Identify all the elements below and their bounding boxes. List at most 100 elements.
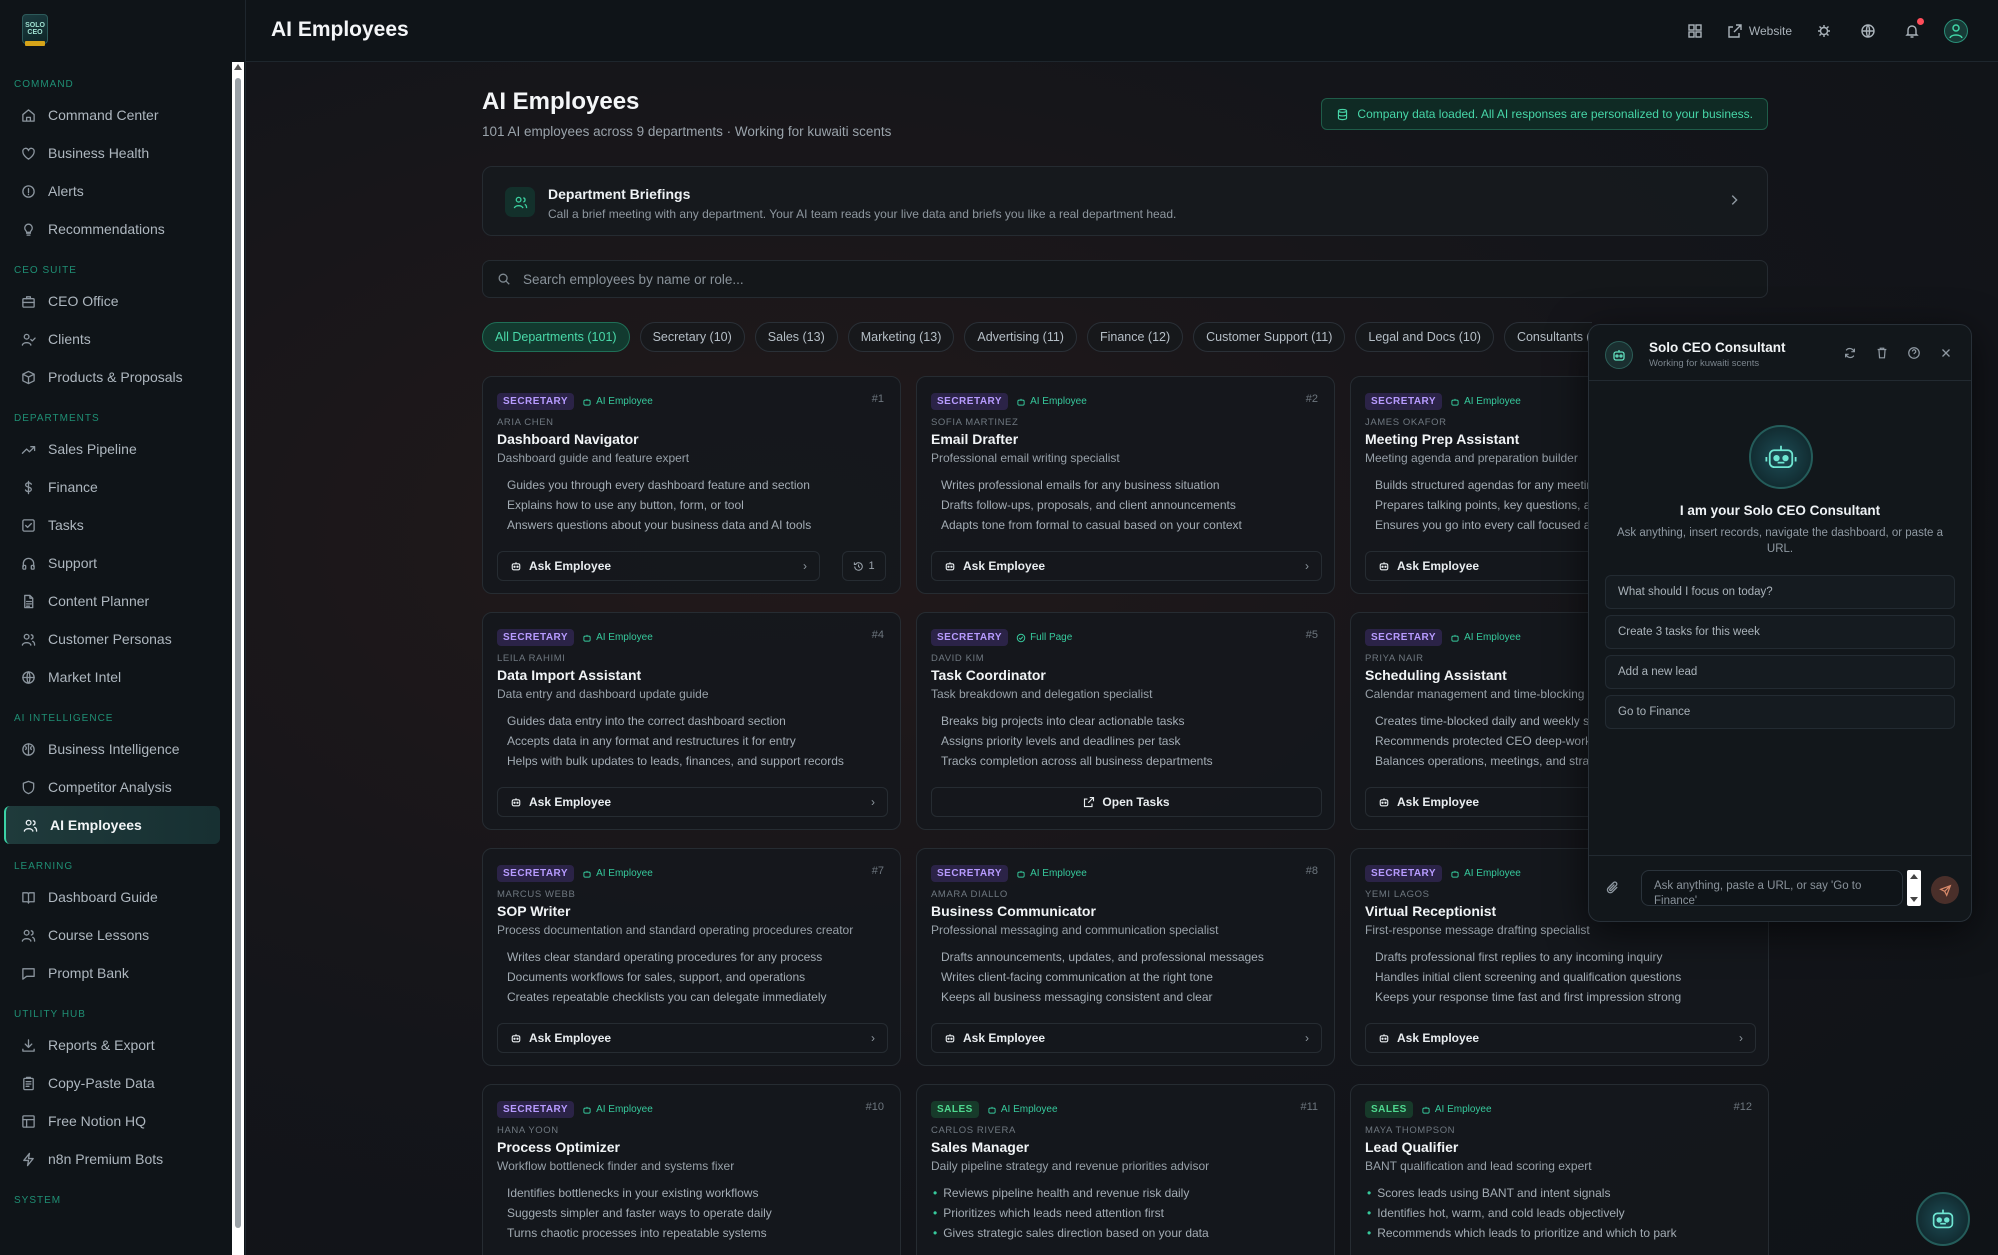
history-button[interactable]: 1 (842, 551, 886, 581)
department-briefings-card[interactable]: Department Briefings Call a brief meetin… (482, 166, 1768, 236)
sidebar-item-tasks[interactable]: Tasks (4, 506, 220, 544)
bot-icon (1017, 870, 1025, 878)
ask-employee-button[interactable]: Ask Employee › (931, 1023, 1322, 1053)
employee-number: #11 (1300, 1101, 1318, 1113)
type-badge: AI Employee (1016, 396, 1087, 407)
employee-name: DAVID KIM (931, 653, 985, 664)
sidebar-item-finance[interactable]: Finance (4, 468, 220, 506)
website-link[interactable]: Website (1727, 18, 1792, 44)
employee-name: YEMI LAGOS (1365, 889, 1430, 900)
paperclip-icon[interactable] (1605, 880, 1620, 895)
suggestion-chip[interactable]: Go to Finance (1605, 695, 1955, 729)
sidebar-item-course-lessons[interactable]: Course Lessons (4, 916, 220, 954)
sidebar-item-reports-export[interactable]: Reports & Export (4, 1026, 220, 1064)
department-tab[interactable]: Secretary (10) (639, 322, 745, 352)
bot-icon (583, 634, 591, 642)
employee-card[interactable]: SECRETARY AI Employee #10 HANA YOON Process … (482, 1084, 901, 1255)
ask-employee-button[interactable]: Ask Employee › (931, 551, 1322, 581)
chat-launcher-button[interactable] (1916, 1192, 1970, 1246)
suggestion-chip[interactable]: Create 3 tasks for this week (1605, 615, 1955, 649)
ask-employee-button[interactable]: Ask Employee › (497, 551, 820, 581)
bot-icon (1379, 562, 1389, 571)
chat-input[interactable]: Ask anything, paste a URL, or say 'Go to… (1641, 870, 1903, 906)
sidebar-item-label: Business Intelligence (48, 741, 180, 757)
department-tab[interactable]: Customer Support (11) (1193, 322, 1346, 352)
refresh-icon[interactable] (1841, 344, 1859, 362)
database-icon (1338, 108, 1348, 120)
grid-icon[interactable] (1683, 18, 1707, 44)
capability-item: Drafts follow-ups, proposals, and client… (941, 498, 1236, 512)
search-input[interactable] (523, 271, 1523, 287)
department-tab[interactable]: Advertising (11) (964, 322, 1077, 352)
sidebar-item-clients[interactable]: Clients (4, 320, 220, 358)
department-tab[interactable]: Marketing (13) (847, 322, 955, 352)
send-button[interactable] (1931, 876, 1959, 904)
trash-icon[interactable] (1873, 344, 1891, 362)
sidebar-item-ceo-office[interactable]: CEO Office (4, 282, 220, 320)
input-scrollbar[interactable] (1907, 870, 1921, 906)
sidebar-item-alerts[interactable]: Alerts (4, 172, 220, 210)
user-icon (1944, 19, 1968, 43)
sidebar-item-products-proposals[interactable]: Products & Proposals (4, 358, 220, 396)
ask-employee-button[interactable]: Ask Employee › (1365, 1023, 1756, 1053)
capability-item: Writes professional emails for any busin… (941, 478, 1220, 492)
type-badge: AI Employee (582, 868, 653, 879)
employee-card[interactable]: SECRETARY AI Employee #8 AMARA DIALLO Busine… (916, 848, 1335, 1066)
globe-icon[interactable] (1856, 18, 1880, 44)
sidebar-section-title: DEPARTMENTS (14, 413, 100, 424)
employee-card[interactable]: SECRETARY AI Employee #2 SOFIA MARTINEZ Emai… (916, 376, 1335, 594)
capability-item: Recommends which leads to prioritize and… (1375, 1223, 1676, 1243)
close-icon[interactable] (1937, 344, 1955, 362)
sidebar-item-business-health[interactable]: Business Health (4, 134, 220, 172)
bug-icon[interactable] (1812, 18, 1836, 44)
suggestion-chip[interactable]: Add a new lead (1605, 655, 1955, 689)
type-badge-label: AI Employee (596, 1104, 653, 1115)
department-tab[interactable]: Finance (12) (1086, 322, 1184, 352)
bot-avatar-icon (1605, 341, 1633, 369)
employee-card[interactable]: SALES AI Employee #11 CARLOS RIVERA Sales Ma… (916, 1084, 1335, 1255)
employee-card[interactable]: SALES AI Employee #12 MAYA THOMPSON Lead Qua… (1350, 1084, 1769, 1255)
type-badge-label: AI Employee (1434, 1104, 1492, 1115)
user-avatar[interactable] (1944, 18, 1968, 44)
open-tasks-button[interactable]: Open Tasks (931, 787, 1322, 817)
employee-search[interactable] (482, 260, 1768, 298)
sidebar-item-recommendations[interactable]: Recommendations (4, 210, 220, 248)
employee-role: Process Optimizer (497, 1139, 620, 1155)
sidebar-item-command-center[interactable]: Command Center (4, 96, 220, 134)
employee-card[interactable]: SECRETARY AI Employee #7 MARCUS WEBB SOP Wri… (482, 848, 901, 1066)
sidebar-section: SYSTEM (0, 1190, 232, 1212)
sidebar-item-prompt-bank[interactable]: Prompt Bank (4, 954, 220, 992)
department-tab[interactable]: Sales (13) (754, 322, 838, 352)
layout-icon (20, 1113, 36, 1129)
ask-employee-button[interactable]: Ask Employee › (497, 787, 888, 817)
sidebar-item-dashboard-guide[interactable]: Dashboard Guide (4, 878, 220, 916)
department-badge: SALES (1365, 1101, 1413, 1118)
employee-card[interactable]: SECRETARY Full Page #5 DAVID KIM Task Coordi… (916, 612, 1335, 830)
sidebar-item-customer-personas[interactable]: Customer Personas (4, 620, 220, 658)
department-tab[interactable]: All Departments (101) (482, 322, 630, 352)
ask-employee-button[interactable]: Ask Employee › (497, 1023, 888, 1053)
app-logo[interactable]: SOLO CEO (22, 14, 48, 46)
sidebar-item-competitor-analysis[interactable]: Competitor Analysis (4, 768, 220, 806)
sidebar-item-sales-pipeline[interactable]: Sales Pipeline (4, 430, 220, 468)
sidebar-item-business-intelligence[interactable]: Business Intelligence (4, 730, 220, 768)
employee-card[interactable]: SECRETARY AI Employee #4 LEILA RAHIMI Data I… (482, 612, 901, 830)
employee-card[interactable]: SECRETARY AI Employee #1 ARIA CHEN Dashboard… (482, 376, 901, 594)
suggestion-chip[interactable]: What should I focus on today? (1605, 575, 1955, 609)
capability-item: Turns chaotic processes into repeatable … (507, 1226, 767, 1240)
employee-number: #4 (871, 629, 884, 641)
sidebar-item-copy-paste-data[interactable]: Copy-Paste Data (4, 1064, 220, 1102)
department-tab[interactable]: Legal and Docs (10) (1355, 322, 1494, 352)
bell-icon[interactable] (1900, 18, 1924, 44)
capability-list: Breaks big projects into clear actionabl… (941, 711, 1213, 771)
sidebar-item-n8n-premium-bots[interactable]: n8n Premium Bots (4, 1140, 220, 1178)
sidebar-item-market-intel[interactable]: Market Intel (4, 658, 220, 696)
sidebar-item-ai-employees[interactable]: AI Employees (4, 806, 220, 844)
help-icon[interactable] (1905, 344, 1923, 362)
department-tab[interactable]: Consultants (15) (1503, 322, 1592, 352)
sidebar-scrollbar[interactable] (232, 62, 244, 1255)
sidebar-item-content-planner[interactable]: Content Planner (4, 582, 220, 620)
sidebar-section: UTILITY HUB Reports & Export Copy-Paste Da… (0, 1004, 232, 1178)
sidebar-item-free-notion-hq[interactable]: Free Notion HQ (4, 1102, 220, 1140)
sidebar-item-support[interactable]: Support (4, 544, 220, 582)
